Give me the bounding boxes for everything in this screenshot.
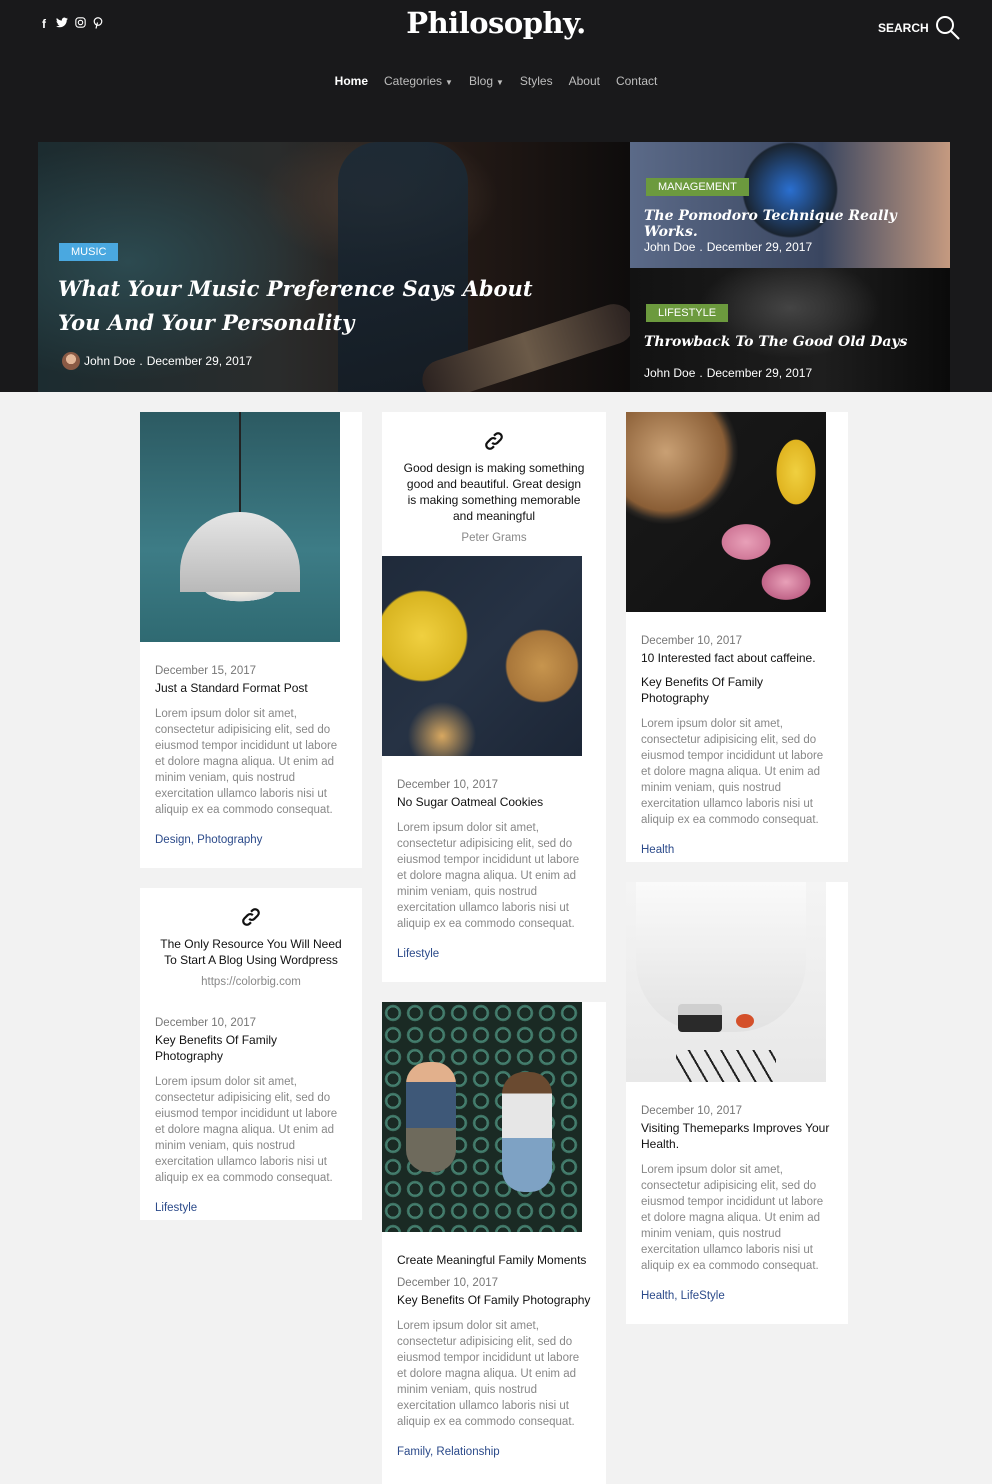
- post-body: Create Meaningful Family Moments Decembe…: [397, 1252, 591, 1458]
- meta-separator: .: [139, 354, 143, 368]
- site-header: f Philosophy. SEARCH Home Categories ▼ Bl…: [0, 0, 992, 392]
- link-icon: [242, 908, 260, 926]
- lamp-image[interactable]: [140, 412, 340, 642]
- main-nav: Home Categories ▼ Blog ▼ Styles About Cont…: [0, 74, 992, 88]
- post-excerpt: Lorem ipsum dolor sit amet, consectetur …: [397, 822, 580, 930]
- nav-categories[interactable]: Categories ▼: [384, 74, 453, 88]
- nav-blog[interactable]: Blog ▼: [469, 74, 504, 88]
- featured-side-post[interactable]: MANAGEMENT The Pomodoro Technique Really…: [630, 142, 950, 268]
- post-excerpt: Lorem ipsum dolor sit amet, consectetur …: [397, 1320, 580, 1428]
- post-excerpt: Lorem ipsum dolor sit amet, consectetur …: [641, 718, 824, 826]
- post-title[interactable]: Key Benefits Of Family Photography: [397, 1292, 591, 1308]
- category-badge[interactable]: MANAGEMENT: [646, 178, 749, 196]
- person-figure: [406, 1062, 456, 1172]
- post-date: December 10, 2017: [397, 779, 499, 791]
- nav-about[interactable]: About: [569, 74, 600, 88]
- guitarist-image: [338, 142, 468, 392]
- person-figure: [502, 1072, 552, 1192]
- quote-author: Peter Grams: [461, 532, 527, 544]
- post-excerpt: Lorem ipsum dolor sit amet, consectetur …: [155, 708, 338, 816]
- post-date: December 10, 2017: [641, 1105, 743, 1117]
- post-title[interactable]: Key Benefits Of Family Photography: [641, 674, 833, 706]
- post-title[interactable]: No Sugar Oatmeal Cookies: [397, 794, 591, 810]
- post-tags[interactable]: Health: [641, 844, 833, 856]
- quote-text: Good design is making something good and…: [403, 461, 585, 523]
- lamp-cord: [239, 412, 241, 522]
- featured-title[interactable]: The Pomodoro Technique Really Works.: [644, 208, 944, 240]
- post-body: December 10, 2017 No Sugar Oatmeal Cooki…: [397, 776, 591, 960]
- chair-image[interactable]: [626, 882, 826, 1082]
- post-tags[interactable]: Health, LifeStyle: [641, 1290, 833, 1302]
- lamp-shade: [180, 512, 300, 592]
- camera-shape: [678, 1004, 722, 1032]
- post-title[interactable]: Just a Standard Format Post: [155, 680, 347, 696]
- post-excerpt: Lorem ipsum dolor sit amet, consectetur …: [155, 1076, 338, 1184]
- nav-styles[interactable]: Styles: [520, 74, 553, 88]
- family-image[interactable]: [382, 1002, 582, 1232]
- cookies-image[interactable]: [382, 556, 582, 756]
- post-meta: John Doe . December 29, 2017: [62, 352, 252, 370]
- chevron-down-icon: ▼: [445, 78, 453, 87]
- search-button[interactable]: SEARCH: [878, 15, 961, 41]
- nav-home[interactable]: Home: [335, 74, 368, 88]
- post-card-coffee: December 10, 2017 10 Interested fact abo…: [626, 412, 848, 862]
- featured-title[interactable]: What Your Music Preference Says About Yo…: [58, 272, 578, 340]
- post-date: December 15, 2017: [155, 665, 257, 677]
- category-badge[interactable]: MUSIC: [59, 243, 119, 261]
- search-icon: [935, 16, 960, 40]
- author-name[interactable]: John Doe: [84, 354, 135, 368]
- post-card-lamp: December 15, 2017 Just a Standard Format…: [140, 412, 362, 868]
- link-url[interactable]: https://colorbig.com: [158, 976, 344, 988]
- quote-block: Good design is making something good and…: [382, 430, 606, 544]
- post-card-link: The Only Resource You Will Need To Start…: [140, 888, 362, 1220]
- post-date: December 29, 2017: [146, 354, 253, 368]
- chair-legs: [676, 1050, 776, 1082]
- meta-separator: .: [699, 240, 703, 254]
- post-tags[interactable]: Design, Photography: [155, 834, 347, 846]
- post-title[interactable]: Key Benefits Of Family Photography: [155, 1032, 347, 1064]
- site-logo[interactable]: Philosophy.: [0, 6, 992, 40]
- post-body: December 15, 2017 Just a Standard Format…: [155, 662, 347, 846]
- post-body: December 10, 2017 Key Benefits Of Family…: [155, 1014, 347, 1214]
- post-caption[interactable]: Create Meaningful Family Moments: [397, 1252, 591, 1268]
- post-card-quote: Good design is making something good and…: [382, 412, 606, 982]
- post-meta: John Doe . December 29, 2017: [644, 240, 812, 254]
- post-card-family: Create Meaningful Family Moments Decembe…: [382, 1002, 606, 1484]
- author-name[interactable]: John Doe: [644, 240, 695, 254]
- featured-title[interactable]: Throwback To The Good Old Days: [644, 334, 944, 350]
- meta-separator: .: [699, 366, 703, 380]
- link-block: The Only Resource You Will Need To Start…: [140, 906, 362, 988]
- avatar: [62, 352, 80, 370]
- link-text[interactable]: The Only Resource You Will Need To Start…: [158, 936, 344, 968]
- post-meta: John Doe . December 29, 2017: [644, 366, 812, 380]
- post-date: December 10, 2017: [641, 635, 743, 647]
- post-date: December 29, 2017: [706, 366, 813, 380]
- nav-contact[interactable]: Contact: [616, 74, 657, 88]
- post-title[interactable]: Visiting Themeparks Improves Your Health…: [641, 1120, 833, 1152]
- author-name[interactable]: John Doe: [644, 366, 695, 380]
- post-body: December 10, 2017 Visiting Themeparks Im…: [641, 1102, 833, 1302]
- link-icon: [485, 432, 503, 450]
- post-date: December 10, 2017: [397, 1277, 499, 1289]
- post-date: December 10, 2017: [155, 1017, 257, 1029]
- strap-shape: [736, 1014, 754, 1028]
- coffee-flowers-image[interactable]: [626, 412, 826, 612]
- post-excerpt: Lorem ipsum dolor sit amet, consectetur …: [641, 1164, 824, 1272]
- chevron-down-icon: ▼: [496, 78, 504, 87]
- post-card-chair: December 10, 2017 Visiting Themeparks Im…: [626, 882, 848, 1324]
- post-tags[interactable]: Family, Relationship: [397, 1446, 591, 1458]
- post-body: December 10, 2017 10 Interested fact abo…: [641, 632, 833, 856]
- post-subtitle[interactable]: 10 Interested fact about caffeine.: [641, 650, 833, 666]
- post-tags[interactable]: Lifestyle: [155, 1202, 347, 1214]
- post-tags[interactable]: Lifestyle: [397, 948, 591, 960]
- search-label: SEARCH: [878, 21, 929, 35]
- category-badge[interactable]: LIFESTYLE: [646, 304, 729, 322]
- featured-side-post[interactable]: LIFESTYLE Throwback To The Good Old Days…: [630, 268, 950, 392]
- post-date: December 29, 2017: [706, 240, 813, 254]
- featured-main-post[interactable]: MUSIC What Your Music Preference Says Ab…: [38, 142, 630, 392]
